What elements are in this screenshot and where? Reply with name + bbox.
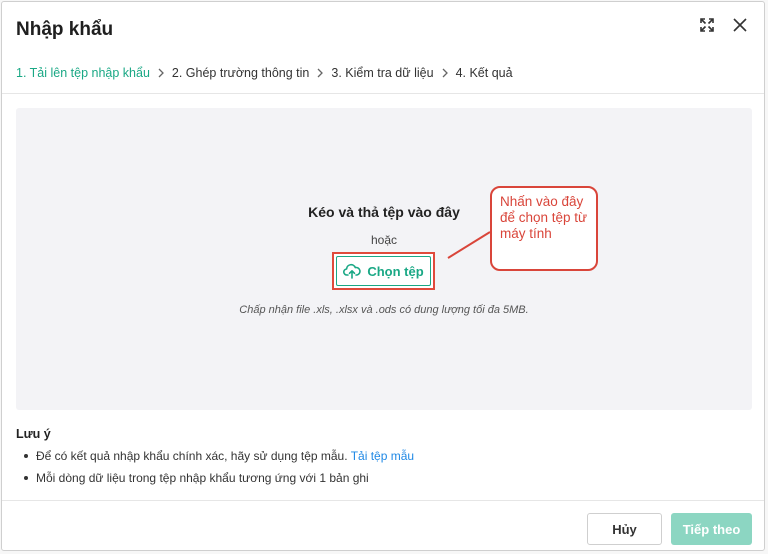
expand-icon[interactable] xyxy=(696,14,718,36)
step-result[interactable]: 4. Kết quả xyxy=(456,66,513,80)
dropzone-title: Kéo và thả tệp vào đây xyxy=(308,204,460,220)
note-text: Mỗi dòng dữ liệu trong tệp nhập khẩu tươ… xyxy=(36,471,369,485)
dropzone-or: hoặc xyxy=(370,233,398,247)
cloud-upload-icon xyxy=(343,263,362,279)
step-validate[interactable]: 3. Kiểm tra dữ liệu xyxy=(331,66,433,80)
footer-divider xyxy=(2,500,764,501)
file-dropzone[interactable]: Kéo và thả tệp vào đây hoặc Chọn tệp Chấ… xyxy=(16,108,752,410)
choose-file-highlight: Chọn tệp xyxy=(332,252,435,290)
header-divider xyxy=(2,93,764,94)
list-item: Để có kết quả nhập khẩu chính xác, hãy s… xyxy=(16,448,414,470)
choose-file-label: Chọn tệp xyxy=(367,263,424,279)
choose-file-button[interactable]: Chọn tệp xyxy=(336,256,431,286)
chevron-right-icon xyxy=(434,68,456,78)
import-dialog: Nhập khẩu 1. Tải lên tệp nhập khẩu 2. Gh… xyxy=(1,1,765,551)
note-text: Để có kết quả nhập khẩu chính xác, hãy s… xyxy=(36,449,348,463)
chevron-right-icon xyxy=(150,68,172,78)
close-icon[interactable] xyxy=(729,14,751,36)
annotation-callout: Nhấn vào đây để chọn tệp từ máy tính xyxy=(490,186,598,271)
chevron-right-icon xyxy=(309,68,331,78)
dialog-title: Nhập khẩu xyxy=(16,19,114,40)
notes-title: Lưu ý xyxy=(16,427,51,441)
dropzone-accepted-formats: Chấp nhận file .xls, .xlsx và .ods có du… xyxy=(239,304,529,316)
step-upload[interactable]: 1. Tải lên tệp nhập khẩu xyxy=(16,66,150,80)
cancel-button[interactable]: Hủy xyxy=(587,513,662,545)
import-steps: 1. Tải lên tệp nhập khẩu 2. Ghép trường … xyxy=(16,64,513,82)
list-item: Mỗi dòng dữ liệu trong tệp nhập khẩu tươ… xyxy=(16,470,414,492)
step-map-fields[interactable]: 2. Ghép trường thông tin xyxy=(172,66,309,80)
download-template-link[interactable]: Tải tệp mẫu xyxy=(351,449,414,463)
notes-list: Để có kết quả nhập khẩu chính xác, hãy s… xyxy=(16,448,414,492)
next-button[interactable]: Tiếp theo xyxy=(671,513,752,545)
